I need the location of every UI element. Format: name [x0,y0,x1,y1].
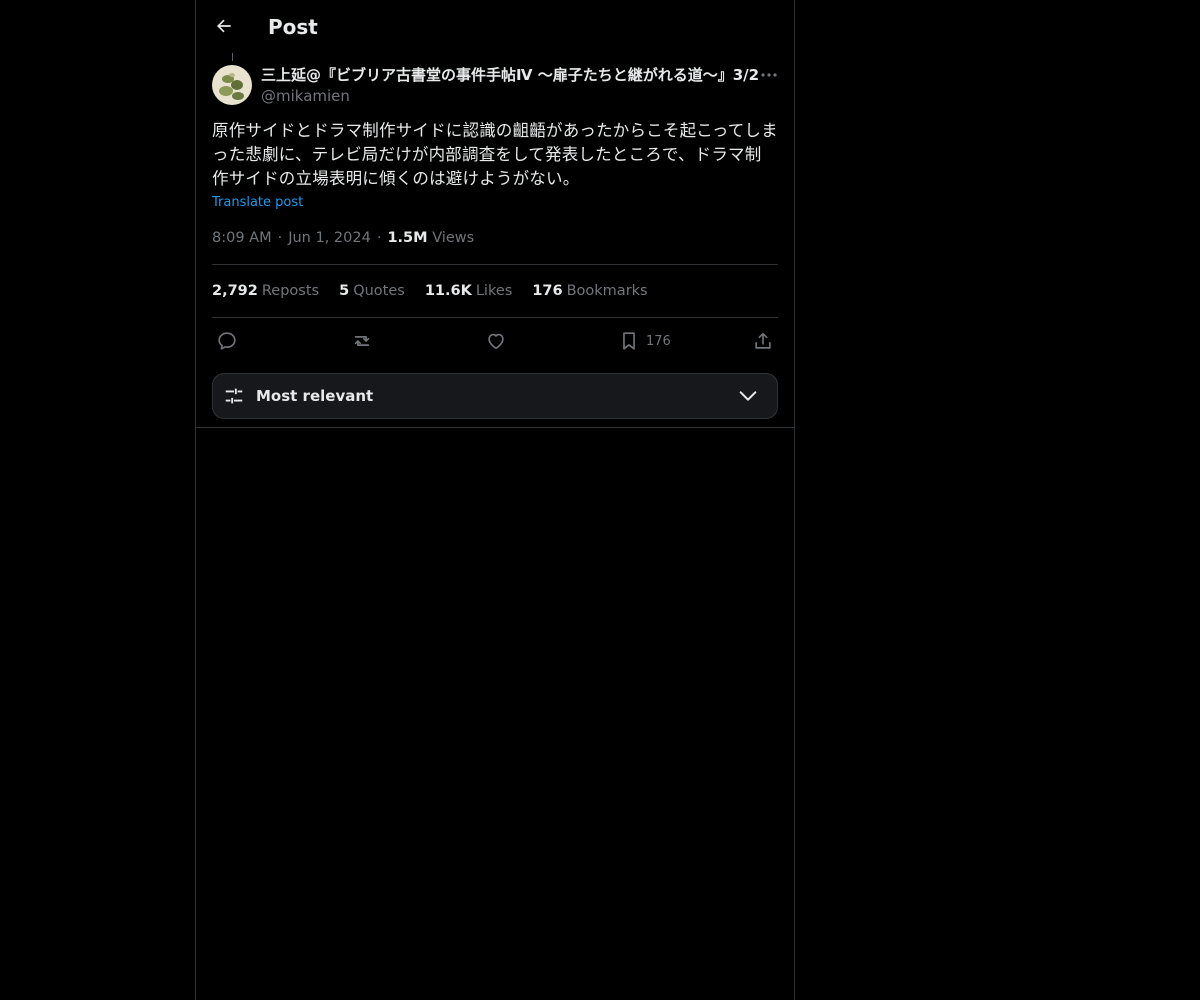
divider [196,427,794,428]
header: Post [196,0,794,53]
stat-bookmarks[interactable]: 176 Bookmarks [532,281,647,301]
share-icon [755,332,771,349]
stat-quotes[interactable]: 5 Quotes [339,281,405,301]
reply-button[interactable] [216,329,238,353]
stat-likes[interactable]: 11.6K Likes [425,281,512,301]
back-button[interactable] [210,12,238,40]
share-button[interactable] [752,329,774,353]
author-handle[interactable]: @mikamien [261,86,350,106]
author-name[interactable]: 三上延@『ビブリア古書堂の事件手帖Ⅳ 〜扉子たちと継がれる道〜』3/2 [261,65,759,85]
chevron-down-icon [739,391,757,401]
post-time[interactable]: 8:09 AM [212,230,272,246]
reply-icon [218,332,236,350]
avatar-image [212,65,252,105]
more-options-button[interactable] [758,66,780,84]
more-icon [761,73,777,77]
page-title: Post [268,15,318,39]
bookmark-button[interactable]: 176 [618,329,671,353]
post-date[interactable]: Jun 1, 2024 [288,230,371,246]
sort-replies-dropdown[interactable]: Most relevant [212,373,778,419]
post-meta: 8:09 AM · Jun 1, 2024 · 1.5M Views [212,228,474,248]
thread-line [232,53,233,61]
like-button[interactable] [485,329,507,353]
engagement-stats: 2,792 Reposts 5 Quotes 11.6K Likes 176 Bookm… [212,281,648,301]
main-column: Post 三上延@『ビブリア古書堂の事件手帖Ⅳ 〜扉子たちと継がれる道〜』3/2… [195,0,795,1000]
divider [212,264,778,265]
stat-reposts[interactable]: 2,792 Reposts [212,281,319,301]
translate-post-link[interactable]: Translate post [212,194,303,212]
bookmark-count: 176 [646,333,671,349]
arrow-left-icon [217,19,231,33]
views-count: 1.5M [387,230,428,246]
separator: · [376,230,382,246]
post-text: 原作サイドとドラマ制作サイドに認識の齟齬があったからこそ起こってしまった悲劇に、… [212,121,778,188]
sliders-icon [225,388,243,404]
sort-label: Most relevant [256,387,374,405]
avatar[interactable] [212,65,252,105]
divider [212,317,778,318]
separator: · [277,230,283,246]
repost-button[interactable] [350,329,374,353]
views-label: Views [432,230,475,246]
bookmark-icon [623,332,635,350]
repost-icon [354,336,370,346]
heart-icon [488,333,504,350]
